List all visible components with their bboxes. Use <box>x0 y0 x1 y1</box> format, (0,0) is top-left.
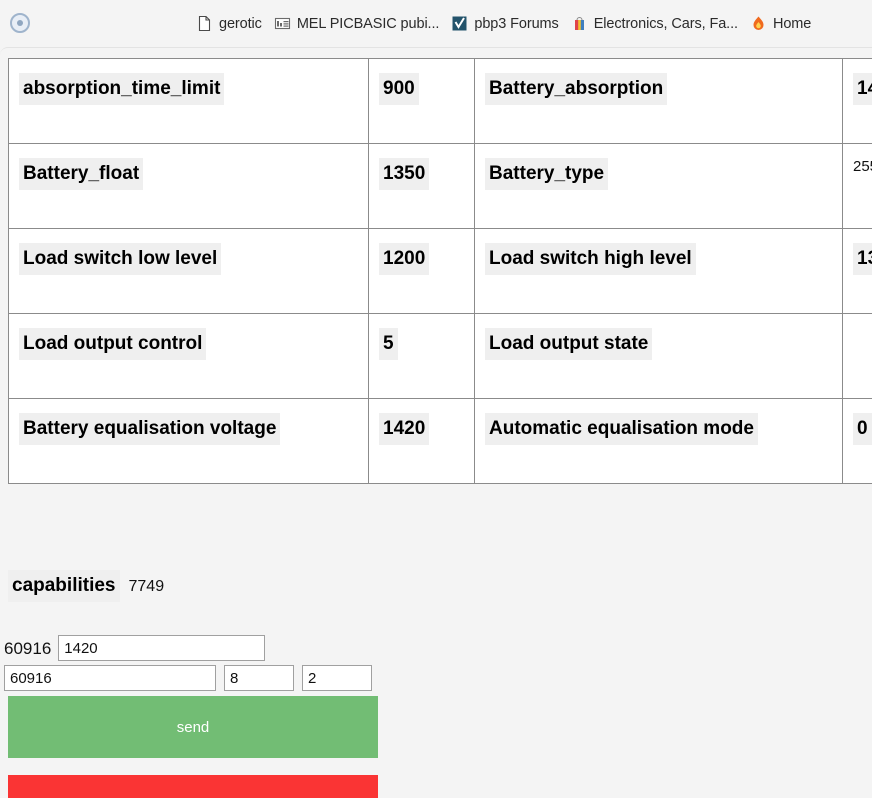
register-index-input[interactable] <box>302 665 372 691</box>
param-label: Load output state <box>485 328 652 360</box>
bookmark-label: Electronics, Cars, Fa... <box>594 16 738 32</box>
register-command-row <box>4 665 372 691</box>
close-button[interactable]: Close <box>8 775 378 798</box>
table-row: absorption_time_limit 900 Battery_absorp… <box>9 59 872 144</box>
register-length-input[interactable] <box>224 665 294 691</box>
param-value: 1420 <box>379 413 429 445</box>
register-address-label: 60916 <box>4 640 58 657</box>
param-value-cell: 1420 <box>369 399 475 484</box>
bookmark-item-pbp3-forums[interactable]: pbp3 Forums <box>445 12 564 35</box>
register-value-input[interactable] <box>58 635 265 661</box>
param-value-cell: 1350 <box>369 144 475 229</box>
bookmark-label: pbp3 Forums <box>474 16 558 32</box>
page-content-area: absorption_time_limit 900 Battery_absorp… <box>0 47 872 798</box>
param-label-cell: Battery_absorption <box>475 59 843 144</box>
param-label: Battery_type <box>485 158 608 190</box>
capabilities-value: 7749 <box>129 578 165 596</box>
bookmark-label: Home <box>773 16 811 32</box>
param-value: 0 <box>853 413 872 445</box>
parameter-table: absorption_time_limit 900 Battery_absorp… <box>8 58 872 484</box>
checkmark-square-icon <box>451 15 468 32</box>
param-value-cell: 900 <box>369 59 475 144</box>
send-button[interactable]: send <box>8 696 378 758</box>
param-value-cell: 1300 <box>843 229 872 314</box>
flame-drop-icon <box>750 15 767 32</box>
bookmark-label: MEL PICBASIC pubi... <box>297 16 440 32</box>
register-value-row: 60916 <box>4 635 265 661</box>
table-row: Load switch low level 1200 Load switch h… <box>9 229 872 314</box>
param-label-cell: Load output state <box>475 314 843 399</box>
table-row: Load output control 5 Load output state <box>9 314 872 399</box>
bookmark-item-home[interactable]: Home <box>744 12 817 35</box>
param-label: Battery equalisation voltage <box>19 413 280 445</box>
param-value: 255 <box>853 158 872 176</box>
param-value: 1200 <box>379 243 429 275</box>
table-row: Battery_float 1350 Battery_type 255 <box>9 144 872 229</box>
bookmark-item-gerotic[interactable]: gerotic <box>190 12 268 35</box>
param-label: Battery_float <box>19 158 143 190</box>
table-row: Battery equalisation voltage 1420 Automa… <box>9 399 872 484</box>
param-label: Load switch low level <box>19 243 221 275</box>
param-value: 1350 <box>379 158 429 190</box>
shopping-bag-icon <box>571 15 588 32</box>
param-label: Battery_absorption <box>485 73 667 105</box>
param-value: 1400 <box>853 73 872 105</box>
param-value-cell: 1200 <box>369 229 475 314</box>
param-value: 1300 <box>853 243 872 275</box>
param-label-cell: Load switch high level <box>475 229 843 314</box>
param-value-cell: 1400 <box>843 59 872 144</box>
param-label-cell: Battery equalisation voltage <box>9 399 369 484</box>
bookmark-label: gerotic <box>219 16 262 32</box>
register-address-input[interactable] <box>4 665 216 691</box>
param-value-cell: 5 <box>369 314 475 399</box>
article-list-icon <box>274 15 291 32</box>
param-value-cell-empty <box>843 314 872 399</box>
param-value: 900 <box>379 73 419 105</box>
param-label-cell: Load switch low level <box>9 229 369 314</box>
param-label-cell: Automatic equalisation mode <box>475 399 843 484</box>
profile-avatar-icon[interactable] <box>10 13 32 35</box>
param-label-cell: absorption_time_limit <box>9 59 369 144</box>
param-value: 5 <box>379 328 398 360</box>
bookmark-item-mel-picbasic[interactable]: MEL PICBASIC pubi... <box>268 12 446 35</box>
browser-bookmark-bar: gerotic MEL PICBASIC pubi... pbp3 Forums <box>0 0 872 47</box>
capabilities-label: capabilities <box>8 570 120 602</box>
capabilities-row: capabilities 7749 <box>8 570 164 602</box>
param-label: Load output control <box>19 328 206 360</box>
bookmark-item-electronics-cars[interactable]: Electronics, Cars, Fa... <box>565 12 744 35</box>
param-label: Load switch high level <box>485 243 696 275</box>
param-label: absorption_time_limit <box>19 73 224 105</box>
param-value-cell: 0 <box>843 399 872 484</box>
param-label: Automatic equalisation mode <box>485 413 758 445</box>
param-label-cell: Load output control <box>9 314 369 399</box>
param-label-cell: Battery_type <box>475 144 843 229</box>
document-page-icon <box>196 15 213 32</box>
param-label-cell: Battery_float <box>9 144 369 229</box>
param-value-cell: 255 <box>843 144 872 229</box>
